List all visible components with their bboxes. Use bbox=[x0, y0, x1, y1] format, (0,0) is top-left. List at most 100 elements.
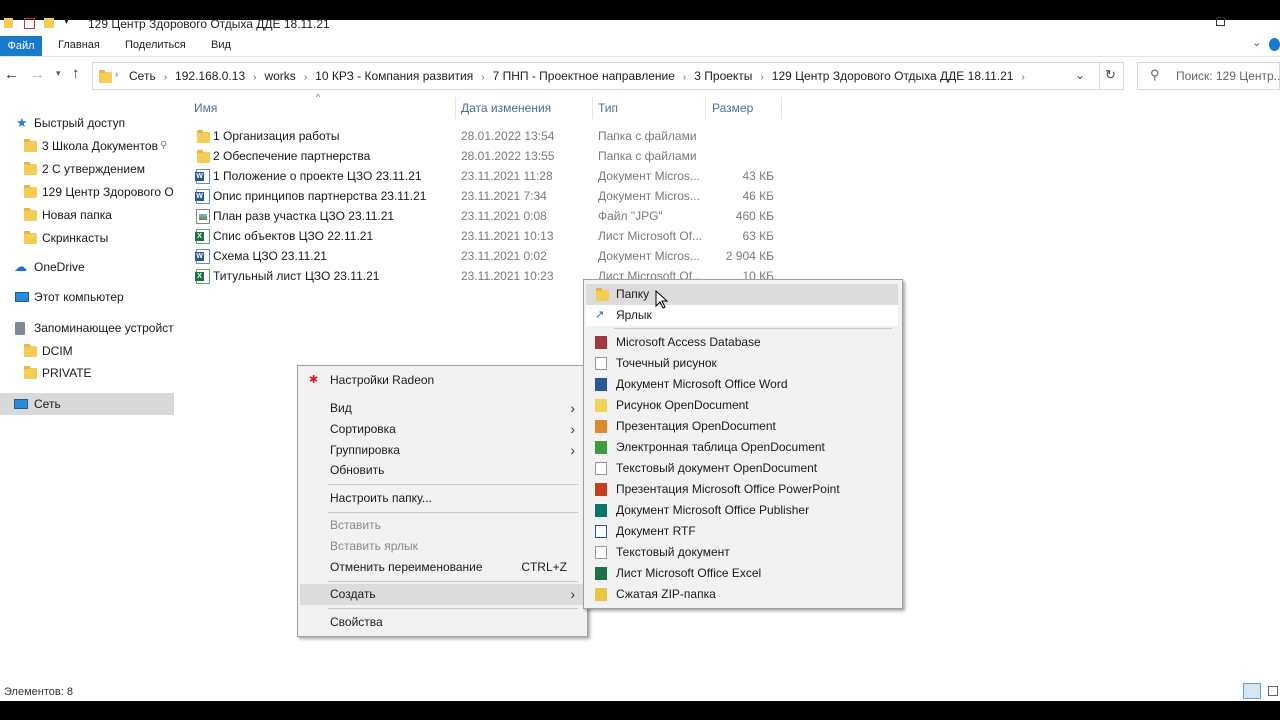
column-header-size[interactable]: Размер bbox=[712, 101, 753, 115]
chevron-right-icon[interactable]: › bbox=[253, 72, 256, 83]
back-arrow-icon[interactable]: ← bbox=[4, 66, 19, 83]
sidebar-item-private[interactable]: PRIVATE bbox=[0, 362, 174, 384]
sidebar-item-storage[interactable]: Запоминающее устройств bbox=[0, 317, 174, 339]
breadcrumb-item[interactable]: 192.168.0.13 bbox=[175, 69, 245, 83]
refresh-icon[interactable]: ↻ bbox=[1105, 67, 1116, 83]
menu-item-radeon-settings[interactable]: ✱ Настройки Radeon bbox=[300, 370, 583, 391]
submenu-item[interactable]: Рисунок OpenDocument bbox=[586, 395, 898, 416]
up-arrow-icon[interactable]: ↑ bbox=[72, 65, 80, 82]
details-view-icon[interactable] bbox=[1243, 683, 1261, 699]
menu-item-sort[interactable]: Сортировка › bbox=[300, 419, 583, 440]
submenu-item[interactable]: Документ Microsoft Office Word bbox=[586, 374, 898, 395]
sidebar-item-pinned[interactable]: Новая папка bbox=[0, 204, 174, 226]
file-name: План разв участка ЦЗО 23.11.21 bbox=[213, 209, 395, 223]
breadcrumb-item[interactable]: 129 Центр Здорового Отдыха ДДЕ 18.11.21 bbox=[772, 69, 1014, 83]
help-icon[interactable] bbox=[1269, 38, 1280, 51]
column-header-name[interactable]: Имя bbox=[194, 101, 217, 115]
new-folder-icon[interactable] bbox=[44, 18, 54, 28]
menu-item-customize-folder[interactable]: Настроить папку... bbox=[300, 488, 583, 509]
menu-item-group[interactable]: Группировка › bbox=[300, 440, 583, 461]
sidebar-item-pinned[interactable]: 2 С утверждением bbox=[0, 158, 174, 180]
column-divider[interactable] bbox=[781, 97, 782, 119]
submenu-item-shortcut[interactable]: ↗ Ярлык bbox=[586, 305, 898, 326]
sidebar-item-quick-access[interactable]: ★ Быстрый доступ bbox=[0, 112, 174, 134]
restore-icon[interactable] bbox=[1216, 17, 1225, 26]
sidebar-item-label: Запоминающее устройств bbox=[34, 321, 174, 335]
menu-item-properties[interactable]: Свойства bbox=[300, 612, 583, 633]
column-divider[interactable] bbox=[705, 97, 706, 119]
menu-item-label: Вид bbox=[330, 401, 352, 415]
checkbox-icon[interactable] bbox=[24, 18, 35, 29]
column-divider[interactable] bbox=[592, 97, 593, 119]
submenu-item[interactable]: Документ RTF bbox=[586, 521, 898, 542]
submenu-item[interactable]: Электронная таблица OpenDocument bbox=[586, 437, 898, 458]
menu-item-label: Лист Microsoft Office Excel bbox=[616, 566, 762, 580]
file-row[interactable]: План разв участка ЦЗО 23.11.21 23.11.202… bbox=[190, 206, 780, 226]
file-row[interactable]: Опис принципов партнерства 23.11.21 23.1… bbox=[190, 186, 780, 206]
address-bar[interactable]: › Сеть › 192.168.0.13 › works › 10 КРЗ - Компа… bbox=[92, 62, 1124, 90]
menu-item-create[interactable]: Создать › bbox=[300, 584, 583, 605]
chevron-right-icon[interactable]: › bbox=[683, 72, 686, 83]
file-row[interactable]: 1 Положение о проекте ЦЗО 23.11.21 23.11… bbox=[190, 166, 780, 186]
recent-locations-icon[interactable]: ▾ bbox=[56, 68, 61, 79]
large-icons-view-icon[interactable] bbox=[1266, 683, 1280, 699]
breadcrumb-item[interactable]: 3 Проекты bbox=[694, 69, 752, 83]
tab-home[interactable]: Главная bbox=[58, 39, 100, 51]
submenu-item[interactable]: Текстовый документ OpenDocument bbox=[586, 458, 898, 479]
submenu-item[interactable]: Сжатая ZIP-папка bbox=[586, 584, 898, 605]
file-row[interactable]: Схема ЦЗО 23.11.21 23.11.2021 0:02 Докум… bbox=[190, 246, 780, 266]
file-row[interactable]: 2 Обеспечение партнерства 28.01.2022 13:… bbox=[190, 146, 780, 166]
sidebar-item-network[interactable]: Сеть bbox=[0, 393, 174, 415]
submenu-item[interactable]: Презентация OpenDocument bbox=[586, 416, 898, 437]
submenu-item[interactable]: Текстовый документ bbox=[586, 542, 898, 563]
column-header-date[interactable]: Дата изменения bbox=[461, 101, 551, 115]
sidebar-item-pinned[interactable]: 3 Школа Документов ⚲ bbox=[0, 135, 174, 157]
submenu-item[interactable]: Точечный рисунок bbox=[586, 353, 898, 374]
tab-file[interactable]: Файл bbox=[0, 36, 42, 56]
chevron-right-icon[interactable]: › bbox=[481, 72, 484, 83]
file-date: 23.11.2021 11:28 bbox=[461, 169, 553, 183]
breadcrumb-item[interactable]: 10 КРЗ - Компания развития bbox=[315, 69, 473, 83]
breadcrumb-item[interactable]: Сеть bbox=[129, 69, 156, 83]
star-icon: ★ bbox=[16, 115, 28, 130]
sidebar-item-dcim[interactable]: DCIM bbox=[0, 340, 174, 362]
breadcrumb-item[interactable]: 7 ПНП - Проектное направление bbox=[493, 69, 675, 83]
menu-item-paste-shortcut[interactable]: Вставить ярлык bbox=[300, 536, 583, 557]
cloud-icon: ☁ bbox=[14, 259, 27, 274]
chevron-right-icon: › bbox=[570, 586, 575, 602]
chevron-down-icon[interactable]: ⌄ bbox=[1075, 68, 1085, 82]
customize-toolbar-icon[interactable]: ▾ bbox=[64, 16, 75, 27]
rtf-icon bbox=[595, 525, 607, 538]
submenu-item-folder[interactable]: Папку bbox=[586, 284, 898, 305]
submenu-item[interactable]: Microsoft Access Database bbox=[586, 332, 898, 353]
submenu-item[interactable]: Лист Microsoft Office Excel bbox=[586, 563, 898, 584]
menu-item-refresh[interactable]: Обновить bbox=[300, 460, 583, 481]
file-row[interactable]: 1 Организация работы 28.01.2022 13:54 Па… bbox=[190, 126, 780, 146]
menu-item-paste[interactable]: Вставить bbox=[300, 515, 583, 536]
sidebar-item-pinned[interactable]: Скринкасты bbox=[0, 227, 174, 249]
chevron-right-icon[interactable]: › bbox=[760, 72, 763, 83]
chevron-right-icon[interactable]: › bbox=[164, 72, 167, 83]
search-input[interactable]: Поиск: 129 Центр... bbox=[1176, 69, 1280, 83]
submenu-item[interactable]: Презентация Microsoft Office PowerPoint bbox=[586, 479, 898, 500]
search-box[interactable]: ⚲ Поиск: 129 Центр... bbox=[1137, 62, 1280, 90]
column-header-type[interactable]: Тип bbox=[598, 101, 618, 115]
forward-arrow-icon[interactable]: → bbox=[30, 66, 45, 83]
chevron-right-icon[interactable]: › bbox=[304, 72, 307, 83]
chevron-right-icon[interactable]: › bbox=[1021, 72, 1024, 83]
tab-share[interactable]: Поделиться bbox=[125, 39, 186, 51]
menu-item-view[interactable]: Вид › bbox=[300, 398, 583, 419]
sidebar-item-pinned[interactable]: 129 Центр Здорового Отд bbox=[0, 181, 174, 203]
expand-ribbon-icon[interactable]: ⌄ bbox=[1252, 36, 1261, 49]
chevron-right-icon[interactable]: › bbox=[115, 69, 118, 80]
sidebar-item-this-pc[interactable]: Этот компьютер bbox=[0, 286, 174, 308]
menu-item-undo-rename[interactable]: Отменить переименование CTRL+Z bbox=[300, 557, 583, 578]
file-row[interactable]: Спис объектов ЦЗО 22.11.21 23.11.2021 10… bbox=[190, 226, 780, 246]
pin-icon[interactable]: ⚲ bbox=[160, 135, 167, 157]
access-icon bbox=[595, 336, 607, 349]
sidebar-item-onedrive[interactable]: ☁ OneDrive bbox=[0, 256, 174, 278]
tab-view[interactable]: Вид bbox=[211, 39, 231, 51]
breadcrumb-item[interactable]: works bbox=[264, 69, 295, 83]
submenu-item[interactable]: Документ Microsoft Office Publisher bbox=[586, 500, 898, 521]
column-divider[interactable] bbox=[455, 97, 456, 119]
